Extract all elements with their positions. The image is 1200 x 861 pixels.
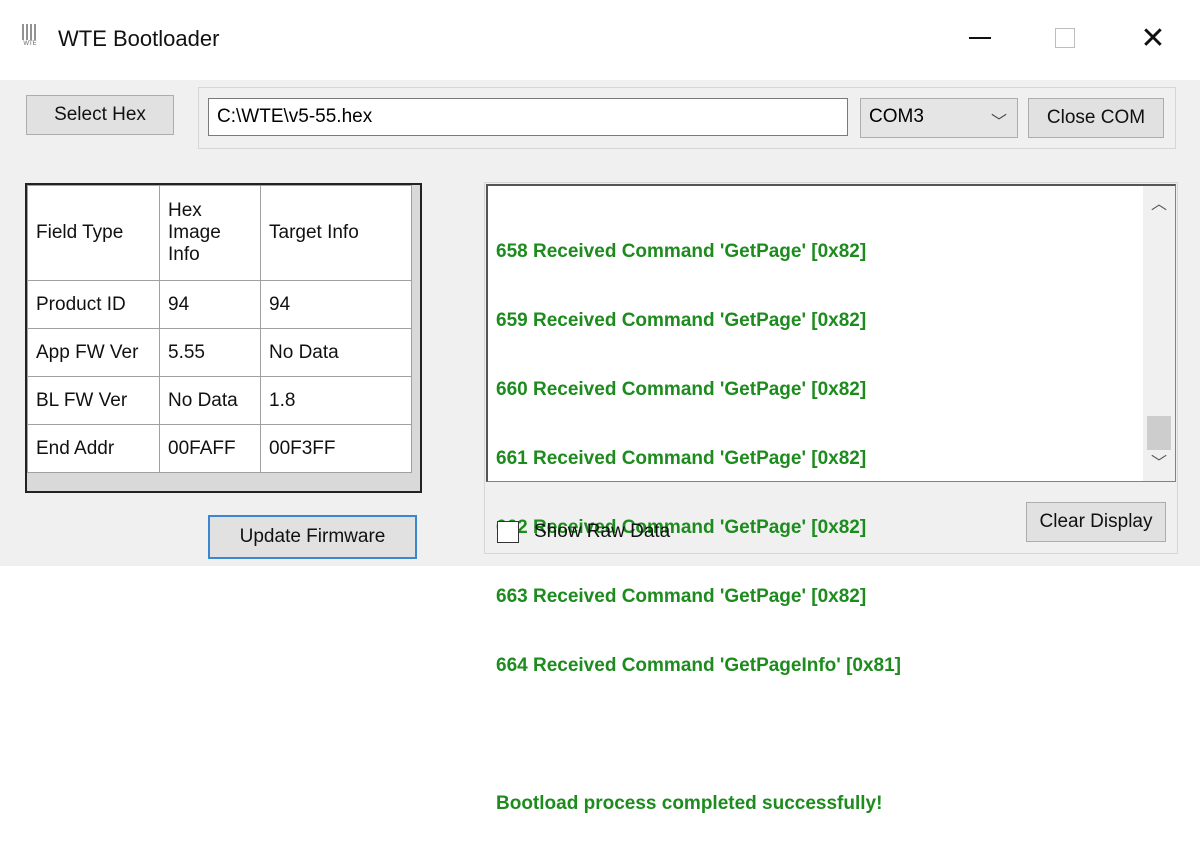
app-icon-grid: [22, 24, 38, 40]
close-com-button[interactable]: Close COM: [1028, 98, 1164, 138]
info-table: Field Type Hex Image Info Target Info Pr…: [27, 185, 412, 473]
table-cell: No Data: [159, 376, 261, 425]
table-cell: End Addr: [27, 424, 160, 473]
minimize-icon: [969, 37, 991, 39]
log-blank-line: [496, 723, 1136, 746]
close-button[interactable]: ✕: [1118, 14, 1188, 62]
table-cell: App FW Ver: [27, 328, 160, 377]
log-line: 659 Received Command 'GetPage' [0x82]: [496, 310, 867, 331]
table-row[interactable]: Product ID 94 94: [27, 280, 412, 329]
window-title: WTE Bootloader: [58, 26, 220, 51]
log-display[interactable]: 658 Received Command 'GetPage' [0x82] 65…: [486, 184, 1176, 814]
log-line: 664 Received Command 'GetPageInfo' [0x81…: [496, 655, 902, 676]
log-line: 660 Received Command 'GetPage' [0x82]: [496, 379, 867, 400]
table-header-row: Field Type Hex Image Info Target Info: [27, 185, 412, 281]
app-icon-label: WTE: [23, 41, 37, 47]
app-window: WTE WTE Bootloader ✕ Select Hex COM3 ﹀ C…: [0, 0, 1200, 814]
log-scrollbar[interactable]: ︿ ﹀: [1143, 186, 1175, 481]
table-cell: 00F3FF: [260, 424, 412, 473]
header-hex-image-info: Hex Image Info: [159, 185, 261, 281]
show-raw-data-label[interactable]: Show Raw Data: [534, 521, 670, 543]
minimize-button[interactable]: [945, 14, 1015, 62]
com-port-value: COM3: [869, 106, 924, 127]
table-cell: 1.8: [260, 376, 412, 425]
table-cell: 5.55: [159, 328, 261, 377]
close-icon: ✕: [1140, 21, 1166, 55]
table-row[interactable]: BL FW Ver No Data 1.8: [27, 376, 412, 425]
table-cell: Product ID: [27, 280, 160, 329]
table-cell: 00FAFF: [159, 424, 261, 473]
header-field-type: Field Type: [27, 185, 160, 281]
table-row[interactable]: App FW Ver 5.55 No Data: [27, 328, 412, 377]
clear-display-button[interactable]: Clear Display: [1026, 502, 1166, 542]
log-line: 661 Received Command 'GetPage' [0x82]: [496, 448, 867, 469]
chevron-up-icon[interactable]: ︿: [1143, 190, 1175, 220]
select-hex-button[interactable]: Select Hex: [26, 95, 174, 135]
table-cell: BL FW Ver: [27, 376, 160, 425]
table-cell: 94: [260, 280, 412, 329]
scrollbar-thumb[interactable]: [1147, 416, 1171, 450]
log-line: 658 Received Command 'GetPage' [0x82]: [496, 241, 867, 262]
log-success-line: Bootload process completed successfully!: [496, 793, 883, 814]
table-cell: No Data: [260, 328, 412, 377]
show-raw-data-checkbox[interactable]: [497, 521, 519, 543]
table-cell: 94: [159, 280, 261, 329]
table-row[interactable]: End Addr 00FAFF 00F3FF: [27, 424, 412, 473]
header-target-info: Target Info: [260, 185, 412, 281]
info-table-container: Field Type Hex Image Info Target Info Pr…: [25, 183, 422, 493]
maximize-button[interactable]: [1030, 14, 1100, 62]
com-port-select[interactable]: COM3 ﹀: [860, 98, 1018, 138]
app-icon: WTE: [22, 24, 38, 48]
title-bar: WTE WTE Bootloader ✕: [0, 0, 1200, 80]
update-firmware-button[interactable]: Update Firmware: [208, 515, 417, 559]
hex-path-input[interactable]: [208, 98, 848, 136]
maximize-icon: [1055, 28, 1075, 48]
chevron-down-icon: ﹀: [990, 114, 1007, 131]
chevron-down-icon[interactable]: ﹀: [1143, 449, 1175, 479]
log-line: 663 Received Command 'GetPage' [0x82]: [496, 586, 867, 607]
